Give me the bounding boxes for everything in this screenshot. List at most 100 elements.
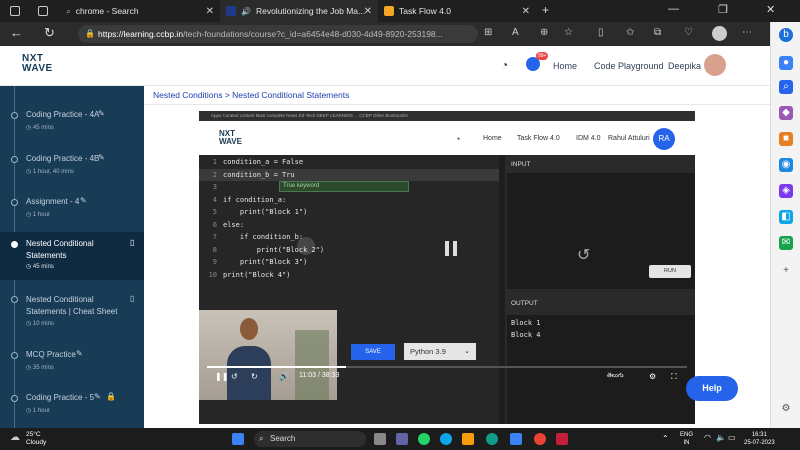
taskbar-search[interactable]: ⌕ Search bbox=[254, 431, 366, 447]
new-tab-button[interactable]: + bbox=[542, 3, 549, 17]
mcafee-icon[interactable] bbox=[556, 433, 568, 445]
zoom-icon[interactable]: ⊕ bbox=[540, 27, 548, 38]
close-icon[interactable]: ✕ bbox=[206, 6, 214, 17]
weather-widget[interactable]: 25°C Cloudy bbox=[26, 431, 46, 447]
app-header: NXT WAVE ◔ 99+ Home Code Playground Deep… bbox=[0, 46, 770, 86]
home-link[interactable]: Home bbox=[553, 61, 577, 71]
streak-icon[interactable]: ◔ bbox=[501, 58, 508, 72]
cortana-icon[interactable] bbox=[440, 433, 452, 445]
video-progress-bar[interactable] bbox=[207, 366, 687, 368]
sidebar-item-coding-practice-4b[interactable]: Coding Practice - 4B ✎ ◷ 1 hour, 40 mins bbox=[0, 148, 144, 188]
forward-icon[interactable]: ↻ bbox=[251, 372, 258, 381]
teams-icon[interactable] bbox=[396, 433, 408, 445]
search-icon[interactable]: ⌕ bbox=[779, 80, 793, 94]
more-menu-icon[interactable]: ⋯ bbox=[742, 27, 752, 38]
search-icon: ⌕ bbox=[66, 5, 71, 16]
tab-job-market[interactable]: 🔊 Revolutionizing the Job Ma... ✕ bbox=[220, 0, 378, 22]
start-icon[interactable] bbox=[232, 433, 244, 445]
sidebar-item-coding-practice-5[interactable]: Coding Practice - 5 ✎ 🔒 ◷ 1 hour bbox=[0, 387, 144, 423]
address-bar-row: ← ↻ 🔒 https://learning.ccbp.in/tech-foun… bbox=[0, 22, 770, 46]
language-select: Python 3.9 ⌄ bbox=[404, 343, 476, 360]
favorites-icon[interactable]: ✩ bbox=[626, 27, 634, 38]
outlook-icon[interactable]: ✉ bbox=[779, 236, 793, 250]
weather-cloud-icon[interactable]: ☁ bbox=[10, 432, 20, 443]
refresh-icon[interactable]: ↻ bbox=[44, 25, 55, 41]
favorite-star-icon[interactable]: ☆ bbox=[564, 27, 573, 38]
shopping-icon[interactable]: ◆ bbox=[779, 106, 793, 120]
copilot-icon[interactable]: ◈ bbox=[779, 184, 793, 198]
code-playground-link[interactable]: Code Playground bbox=[594, 61, 664, 71]
games-icon[interactable]: ◉ bbox=[779, 158, 793, 172]
book-icon: ▯ bbox=[130, 238, 135, 247]
read-aloud-icon[interactable]: A bbox=[512, 27, 519, 38]
user-name[interactable]: Deepika bbox=[668, 61, 701, 71]
clock-meta: ◷ 45 mins bbox=[26, 125, 54, 131]
inner-home-link: Home bbox=[483, 135, 502, 142]
inner-logo: NXT WAVE bbox=[219, 129, 242, 146]
sidebar-item-coding-practice-4a[interactable]: Coding Practice - 4A ✎ ◷ 45 mins bbox=[0, 104, 144, 144]
office-icon[interactable]: ◧ bbox=[779, 210, 793, 224]
help-button[interactable]: Help bbox=[686, 376, 738, 401]
tray-chevron-icon[interactable]: ⌃ bbox=[662, 434, 669, 443]
volume-icon[interactable]: 🔊 bbox=[279, 372, 289, 381]
sidebar-item-mcq-practice[interactable]: MCQ Practice ✎ ◷ 35 mins bbox=[0, 344, 144, 380]
run-button: RUN bbox=[649, 265, 691, 278]
audio-icon[interactable]: 🔊 bbox=[241, 7, 251, 16]
inner-taskflow-link: Task Flow 4.0 bbox=[517, 135, 560, 142]
sidebar-item-assignment-4[interactable]: Assignment - 4 ✎ ◷ 1 hour bbox=[0, 191, 144, 231]
nxtwave-logo[interactable]: NXT WAVE bbox=[22, 54, 53, 74]
profile-icon[interactable] bbox=[712, 26, 727, 41]
sidebar-item-cheat-sheet[interactable]: Nested Conditional Statements | Cheat Sh… bbox=[0, 288, 144, 336]
status-dot bbox=[11, 241, 18, 248]
divider bbox=[144, 104, 770, 105]
close-window-icon[interactable]: ✕ bbox=[766, 3, 775, 16]
tab-chrome-search[interactable]: ⌕ chrome - Search ✕ bbox=[60, 0, 220, 22]
back-icon[interactable]: ← bbox=[10, 25, 23, 40]
tab-task-flow[interactable]: Task Flow 4.0 ✕ bbox=[378, 0, 536, 22]
url-field[interactable]: 🔒 https://learning.ccbp.in/tech-foundati… bbox=[78, 25, 478, 43]
edge-icon[interactable] bbox=[486, 433, 498, 445]
output-label: OUTPUT bbox=[511, 300, 538, 307]
breadcrumb[interactable]: Nested Conditions > Nested Conditional S… bbox=[153, 90, 349, 100]
clock-meta: ◷ 35 mins bbox=[26, 365, 54, 371]
tab-actions-icon[interactable] bbox=[10, 6, 20, 16]
task-view-icon[interactable] bbox=[374, 433, 386, 445]
photos-icon[interactable] bbox=[510, 433, 522, 445]
status-dot bbox=[11, 352, 18, 359]
settings-icon[interactable]: ⚙ bbox=[649, 372, 656, 381]
language-indicator[interactable]: ENG IN bbox=[680, 431, 693, 447]
close-icon[interactable]: ✕ bbox=[522, 6, 530, 17]
rewind-icon[interactable]: ↺ bbox=[231, 372, 238, 381]
minimize-icon[interactable]: — bbox=[668, 3, 679, 15]
fullscreen-icon[interactable]: ⛶ bbox=[671, 372, 677, 382]
browser-tab-strip: ⌕ chrome - Search ✕ 🔊 Revolutionizing th… bbox=[0, 0, 800, 22]
chrome-icon[interactable] bbox=[534, 433, 546, 445]
clock[interactable]: 16:31 25-07-2023 bbox=[744, 431, 775, 447]
pause-icon[interactable] bbox=[445, 241, 459, 259]
file-explorer-icon[interactable] bbox=[462, 433, 474, 445]
sidebar-item-nested-conditional-statements[interactable]: Nested Conditional Statements ▯ ◷ 45 min… bbox=[0, 232, 144, 280]
settings-icon[interactable]: ⚙ bbox=[779, 402, 793, 416]
streak-icon: ◔ bbox=[455, 134, 461, 144]
audio-language-select[interactable]: తెలుగు bbox=[607, 372, 624, 380]
search-icon: ⌕ bbox=[259, 434, 264, 443]
pause-icon[interactable]: ❚❚ bbox=[215, 372, 228, 381]
workspaces-icon[interactable] bbox=[38, 6, 48, 16]
tools-icon[interactable]: ■ bbox=[779, 132, 793, 146]
avatar[interactable] bbox=[704, 54, 726, 76]
close-icon[interactable]: ✕ bbox=[364, 6, 372, 17]
speaker-icon[interactable]: 🔈 bbox=[716, 433, 726, 442]
maximize-icon[interactable]: ❐ bbox=[718, 3, 728, 16]
video-player[interactable]: Apps Curated content Must complete News … bbox=[199, 111, 695, 424]
browser-essentials-icon[interactable]: ♡ bbox=[684, 27, 693, 38]
whatsapp-icon[interactable] bbox=[418, 433, 430, 445]
collections-icon[interactable]: ⧉ bbox=[654, 27, 661, 38]
battery-icon[interactable]: ▭ bbox=[728, 433, 736, 442]
bing-chat-icon[interactable]: b bbox=[779, 28, 793, 42]
notification-bell-icon[interactable]: ● bbox=[779, 56, 793, 70]
split-screen-icon[interactable]: ▯ bbox=[598, 27, 604, 38]
wifi-icon[interactable]: ◠ bbox=[704, 433, 711, 442]
output-line: Block 1 bbox=[511, 319, 541, 327]
app-available-icon[interactable]: ⊞ bbox=[484, 27, 492, 38]
add-icon[interactable]: + bbox=[779, 264, 793, 278]
